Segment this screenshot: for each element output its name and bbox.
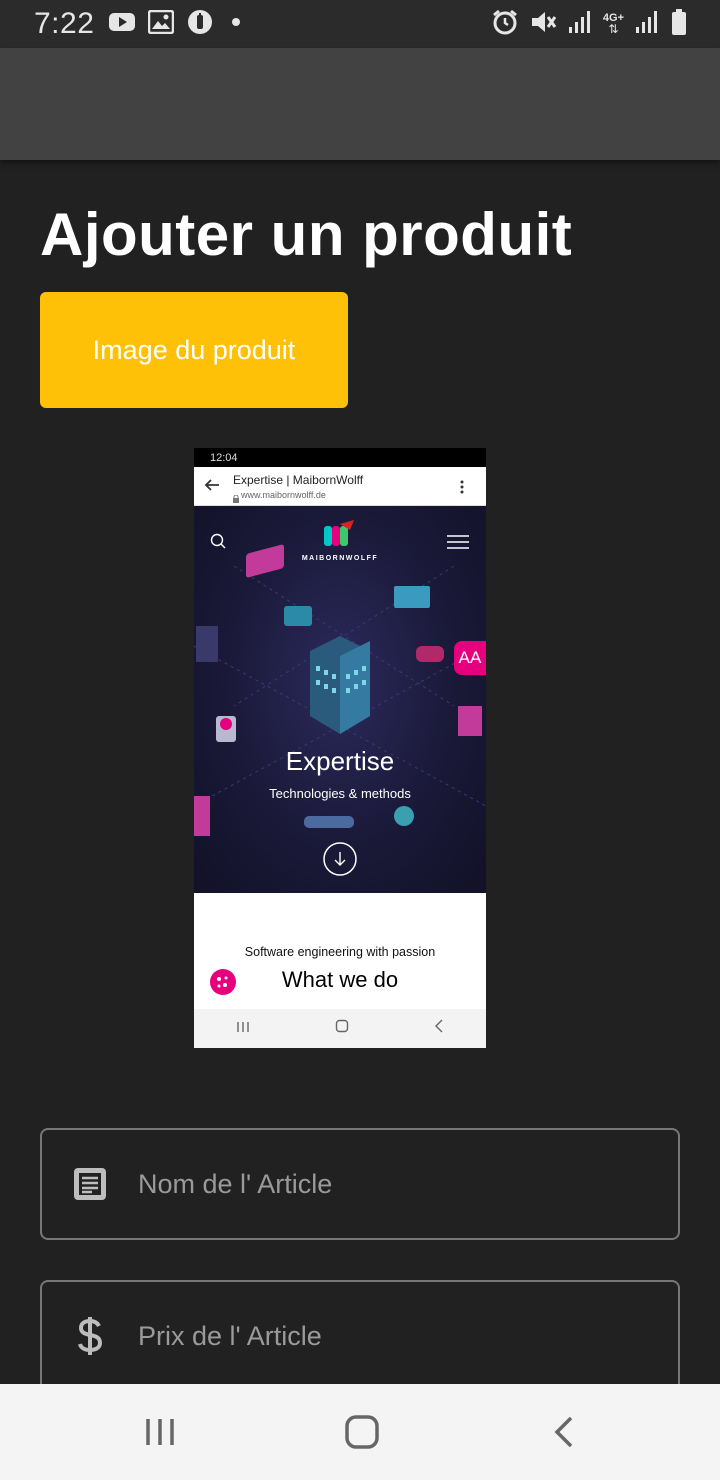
preview-menu-icon [447,534,469,555]
article-name-field[interactable] [40,1128,680,1240]
page-title: Ajouter un produit [40,201,573,268]
data-saver-icon [186,8,214,41]
preview-more-icon [460,480,464,499]
preview-recents-icon [236,1020,250,1038]
battery-icon [670,8,688,41]
network-4g-icon: 4G+ ⇅ [603,13,624,36]
preview-status-time: 12:04 [210,451,238,464]
back-button[interactable] [534,1408,594,1456]
preview-hero: MAIBORNWOLFF AA Expertise Technologies &… [194,506,486,893]
data-arrows-icon: ⇅ [608,22,619,36]
article-icon [70,1164,110,1204]
preview-accessibility-button: AA [454,641,486,675]
preview-site-url: www.maibornwolff.de [241,490,326,500]
preview-lower-section: Software engineering with passion What w… [194,893,486,1009]
status-bar: 7:22 4G+ ⇅ [0,0,720,48]
preview-section-title: What we do [281,967,399,992]
signal-icon [634,9,660,40]
recents-button[interactable] [130,1408,190,1456]
image-icon [148,9,175,39]
preview-back-arrow-icon [204,478,220,497]
youtube-icon [108,11,136,38]
system-nav-bar [0,1384,720,1480]
preview-brand-name: MAIBORNWOLFF [301,555,379,562]
preview-tagline: Software engineering with passion [244,945,436,959]
article-price-input[interactable] [136,1305,660,1367]
dot-icon [226,15,246,33]
preview-home-icon [335,1019,349,1038]
app-bar [0,48,720,160]
preview-nav-bar [194,1009,486,1048]
status-right-icons: 4G+ ⇅ [491,0,688,48]
status-left-icons [108,8,246,41]
signal-icon [567,9,593,40]
mute-icon [529,8,557,41]
preview-hero-subtitle: Technologies & methods [269,786,411,801]
preview-search-icon [210,533,226,554]
preview-hero-title: Expertise [285,746,395,776]
preview-back-icon [434,1019,444,1038]
preview-hero-illustration [194,520,486,876]
article-name-input[interactable] [136,1153,660,1215]
preview-scroll-down-icon [333,851,347,872]
preview-url-bar: Expertise | MaibornWolff www.maibornwolf… [194,467,486,506]
preview-status-bar: 12:04 [194,448,486,467]
product-image-preview: 12:04 Expertise | MaibornWolff www.maibo… [194,448,486,1048]
status-time: 7:22 [34,7,95,40]
dollar-icon [70,1316,110,1356]
product-image-button[interactable]: Image du produit [40,292,348,408]
preview-site-title: Expertise | MaibornWolff [233,473,364,487]
home-button[interactable] [332,1408,392,1456]
alarm-icon [491,8,519,41]
